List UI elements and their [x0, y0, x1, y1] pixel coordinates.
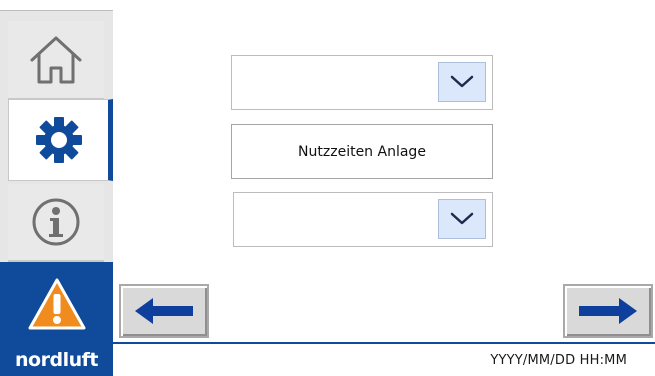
- previous-page-button[interactable]: [119, 284, 209, 338]
- home-icon: [30, 36, 82, 83]
- dropdown-bottom[interactable]: [233, 192, 493, 247]
- dropdown-bottom-toggle[interactable]: [438, 199, 486, 239]
- home-button[interactable]: [8, 21, 104, 100]
- hmi-screen: nordluft YYYY/MM/DD HH:MM Nutzzeiten Anl…: [0, 0, 655, 376]
- dropdown-top-toggle[interactable]: [438, 62, 486, 102]
- alarm-button[interactable]: [0, 262, 113, 345]
- info-button[interactable]: [8, 184, 104, 262]
- info-icon: [32, 198, 80, 246]
- chevron-down-icon: [450, 75, 474, 88]
- settings-button[interactable]: [8, 99, 113, 181]
- arrow-left-icon: [135, 298, 193, 324]
- sidebar: [0, 10, 113, 345]
- nutzzeiten-anlage-button[interactable]: Nutzzeiten Anlage: [231, 124, 493, 179]
- chevron-down-icon: [450, 212, 474, 225]
- brand-logo: nordluft: [0, 344, 113, 376]
- next-page-button[interactable]: [563, 284, 653, 338]
- datetime-display: YYYY/MM/DD HH:MM: [490, 353, 627, 368]
- arrow-right-icon: [579, 298, 637, 324]
- gear-icon: [35, 117, 82, 163]
- dropdown-top[interactable]: [231, 55, 493, 110]
- warning-icon: [28, 278, 85, 329]
